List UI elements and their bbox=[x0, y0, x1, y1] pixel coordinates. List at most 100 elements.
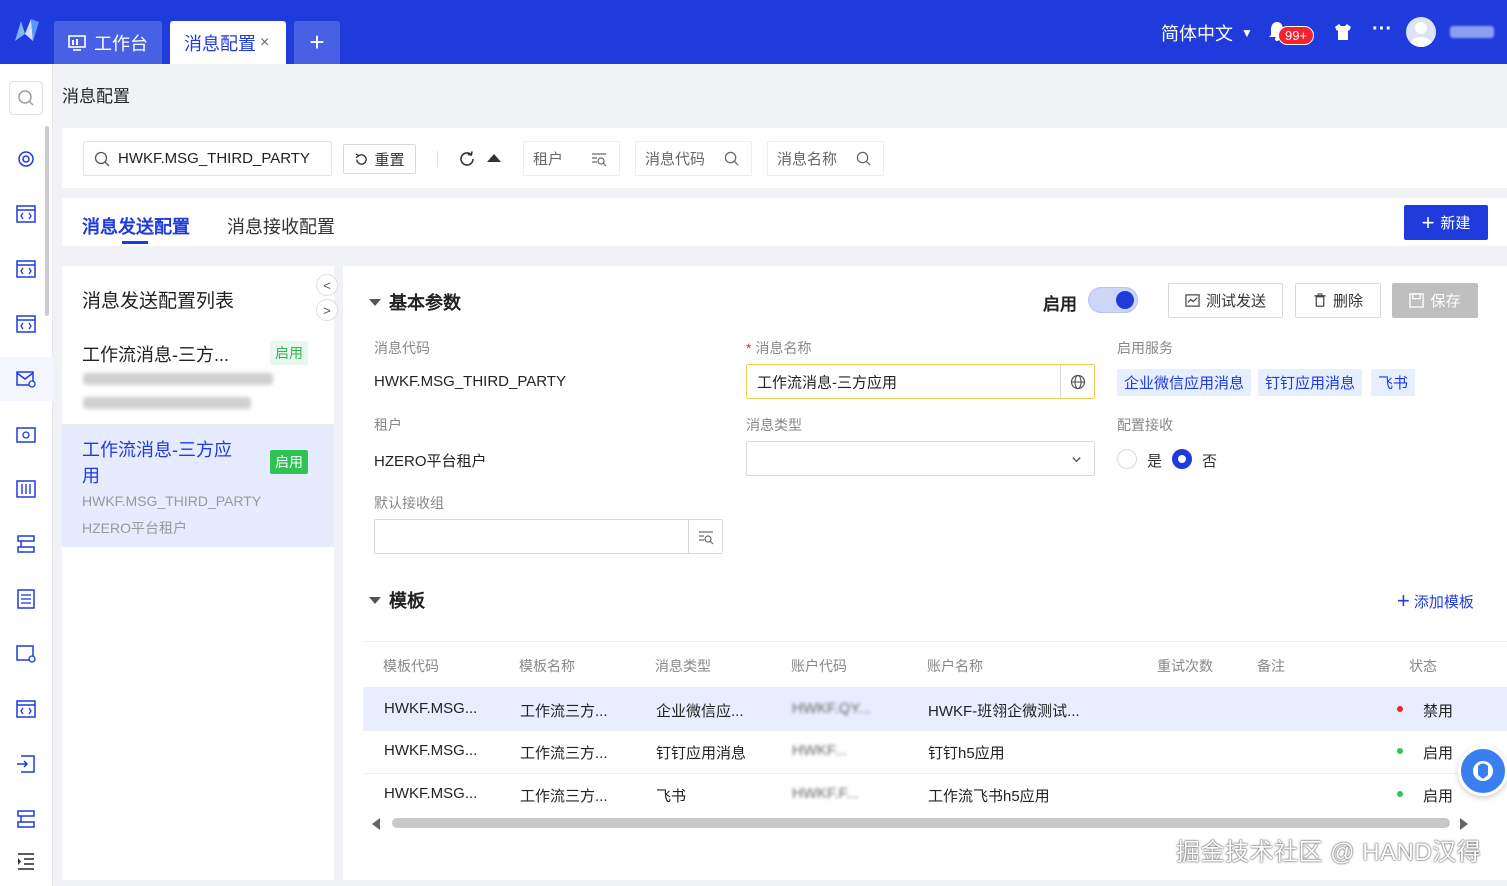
service-tag-feishu: 飞书 bbox=[1371, 369, 1416, 396]
lookup-icon bbox=[592, 152, 607, 166]
chevron-left-icon[interactable]: < bbox=[316, 274, 338, 296]
collapse-filter-icon[interactable] bbox=[487, 154, 501, 162]
sidebar-item-code-icon-3[interactable] bbox=[15, 313, 37, 335]
tab-receive-config[interactable]: 消息接收配置 bbox=[227, 213, 335, 239]
tab-send-config[interactable]: 消息发送配置 bbox=[82, 213, 190, 239]
save-icon bbox=[1409, 293, 1425, 308]
code-label: 消息代码 bbox=[374, 340, 430, 356]
cell-message-type: 企业微信应... bbox=[656, 703, 744, 720]
active-tab-indicator bbox=[122, 241, 148, 244]
add-template-button[interactable]: + 添加模板 bbox=[1397, 588, 1474, 614]
more-icon[interactable]: ··· bbox=[1372, 18, 1392, 41]
service-label: 启用服务 bbox=[1117, 340, 1173, 356]
message-code-filter-chip[interactable]: 消息代码 bbox=[635, 141, 752, 176]
sidebar-item-code-icon[interactable] bbox=[15, 203, 37, 225]
language-selector[interactable]: 简体中文 ▼ bbox=[1161, 20, 1253, 46]
new-button-label: 新建 bbox=[1440, 215, 1471, 232]
sidebar-item-import-icon[interactable] bbox=[15, 753, 37, 775]
sidebar-item-folder-icon[interactable] bbox=[15, 423, 37, 445]
cell-account-code: HWKF... bbox=[792, 742, 847, 759]
status-dot-disabled bbox=[1397, 706, 1403, 712]
delete-button[interactable]: 删除 bbox=[1295, 283, 1381, 318]
sidebar-item-settings-gear[interactable] bbox=[15, 148, 37, 170]
section-basic-params[interactable]: 基本参数 bbox=[369, 289, 461, 315]
refresh-icon[interactable] bbox=[458, 150, 476, 168]
chat-bubble-icon bbox=[1473, 761, 1493, 781]
col-retry-count: 重试次数 bbox=[1157, 658, 1213, 674]
col-message-type: 消息类型 bbox=[655, 658, 711, 674]
enable-toggle[interactable] bbox=[1088, 287, 1138, 313]
cell-account-code: HWKF.F... bbox=[792, 785, 859, 802]
save-button[interactable]: 保存 bbox=[1392, 283, 1478, 318]
section-template-title: 模板 bbox=[389, 591, 425, 611]
horizontal-scrollbar[interactable] bbox=[392, 818, 1450, 828]
chevron-right-icon[interactable]: > bbox=[316, 299, 338, 321]
search-icon bbox=[856, 151, 871, 166]
tenant-label: 租户 bbox=[374, 417, 402, 433]
tab-message-config-label: 消息配置 bbox=[184, 33, 256, 54]
sidebar-item-equalizer-icon[interactable] bbox=[15, 478, 37, 500]
radio-yes[interactable] bbox=[1117, 449, 1137, 469]
section-template[interactable]: 模板 bbox=[369, 587, 425, 613]
globe-icon[interactable] bbox=[1060, 365, 1094, 398]
receive-group-lookup[interactable] bbox=[374, 519, 723, 554]
chevron-down-icon: ▼ bbox=[1241, 26, 1253, 40]
search-icon bbox=[94, 151, 110, 166]
reset-button[interactable]: 重置 bbox=[343, 144, 416, 174]
radio-no-label: 否 bbox=[1202, 453, 1218, 470]
message-code-filter-label: 消息代码 bbox=[645, 151, 706, 168]
message-name-input[interactable]: 工作流消息-三方应用 bbox=[746, 364, 1095, 399]
table-top-border bbox=[363, 641, 1507, 642]
sidebar-scrollbar[interactable] bbox=[45, 126, 49, 316]
help-float-button[interactable] bbox=[1458, 746, 1507, 796]
cell-template-code: HWKF.MSG... bbox=[384, 742, 478, 759]
menu-collapse-icon[interactable] bbox=[15, 850, 37, 872]
language-label: 简体中文 bbox=[1161, 24, 1233, 44]
cell-status: 启用 bbox=[1423, 788, 1454, 805]
list-item-code: HWKF.MSG_THIRD_PARTY bbox=[82, 493, 262, 509]
tab-workbench[interactable]: 工作台 bbox=[54, 21, 162, 64]
cell-template-name: 工作流三方... bbox=[520, 745, 608, 762]
message-name-filter-label: 消息名称 bbox=[777, 151, 838, 168]
message-name-filter-chip[interactable]: 消息名称 bbox=[767, 141, 884, 176]
tab-workbench-label: 工作台 bbox=[94, 33, 148, 54]
name-label: * 消息名称 bbox=[746, 338, 811, 358]
sidebar-item-flow-icon-2[interactable] bbox=[15, 808, 37, 830]
cell-status: 禁用 bbox=[1423, 703, 1454, 720]
sidebar-item-config-icon[interactable] bbox=[15, 643, 37, 665]
redacted-tenant bbox=[83, 397, 251, 409]
plus-icon: + bbox=[1421, 209, 1435, 235]
add-template-label: 添加模板 bbox=[1413, 593, 1474, 611]
scroll-right-arrow[interactable] bbox=[1460, 818, 1468, 830]
radio-no[interactable] bbox=[1172, 449, 1192, 469]
sidebar-item-list-icon[interactable] bbox=[15, 588, 37, 610]
tab-message-config[interactable]: 消息配置 × bbox=[170, 21, 286, 64]
sidebar-item-flow-icon[interactable] bbox=[15, 533, 37, 555]
sidebar-item-code-icon-2[interactable] bbox=[15, 258, 37, 280]
tenant-filter-chip[interactable]: 租户 bbox=[523, 141, 620, 176]
reset-button-label: 重置 bbox=[374, 151, 405, 169]
add-tab-button[interactable]: + bbox=[294, 21, 340, 64]
search-input[interactable]: HWKF.MSG_THIRD_PARTY bbox=[83, 141, 332, 176]
sidebar-item-code-icon-4[interactable] bbox=[15, 698, 37, 720]
username-redacted[interactable] bbox=[1450, 26, 1494, 38]
list-item-title[interactable]: 工作流消息-三方... bbox=[82, 341, 229, 367]
list-item-title[interactable]: 工作流消息-三方应用 bbox=[82, 437, 232, 489]
app-logo-icon[interactable] bbox=[12, 16, 42, 46]
sidebar-search-button[interactable] bbox=[9, 81, 43, 115]
cell-template-code: HWKF.MSG... bbox=[384, 700, 478, 717]
theme-icon[interactable] bbox=[1333, 22, 1353, 42]
new-button[interactable]: + 新建 bbox=[1404, 205, 1488, 240]
scroll-left-arrow[interactable] bbox=[372, 818, 380, 830]
monitor-icon bbox=[68, 34, 86, 51]
sidebar-item-message-icon[interactable] bbox=[15, 368, 37, 390]
status-dot-enabled bbox=[1397, 791, 1403, 797]
close-icon[interactable]: × bbox=[260, 34, 269, 52]
filter-divider bbox=[437, 151, 438, 167]
test-send-button[interactable]: 测试发送 bbox=[1168, 283, 1283, 318]
avatar[interactable] bbox=[1406, 17, 1436, 47]
tenant-value: HZERO平台租户 bbox=[374, 453, 487, 470]
message-type-select[interactable] bbox=[746, 441, 1095, 476]
section-basic-title: 基本参数 bbox=[389, 293, 461, 313]
lookup-icon[interactable] bbox=[688, 520, 722, 553]
